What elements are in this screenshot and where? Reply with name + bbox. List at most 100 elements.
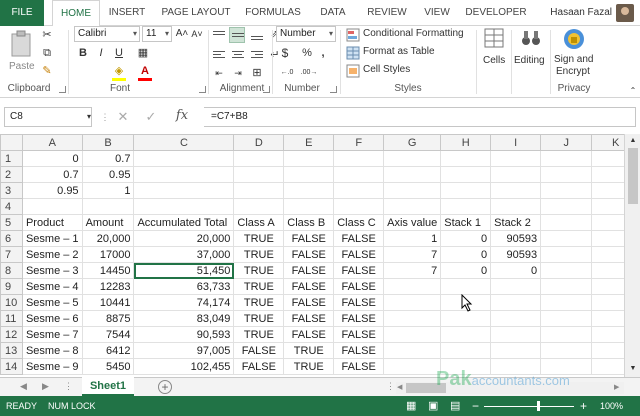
normal-view-icon[interactable]: ▦	[406, 396, 416, 416]
cell-j1[interactable]	[540, 150, 593, 167]
cell-g14[interactable]	[383, 358, 442, 375]
fill-color-icon[interactable]: ◈	[112, 64, 126, 78]
cell-a8[interactable]: Sesme – 3	[21, 262, 83, 279]
row-header[interactable]: 2	[0, 166, 23, 183]
cell-b13[interactable]: 6412	[81, 342, 135, 359]
cell-a2[interactable]: 0.7	[21, 166, 83, 183]
cell-i3[interactable]	[490, 182, 542, 199]
sign-encrypt-button[interactable]: Sign and Encrypt	[554, 28, 594, 82]
font-size-select[interactable]: 11 ▾	[142, 26, 172, 42]
cell-g12[interactable]	[383, 326, 442, 343]
row-header[interactable]: 13	[0, 342, 23, 359]
cell-c8[interactable]: 51,450	[133, 262, 235, 279]
cell-j2[interactable]	[540, 166, 593, 183]
scroll-down-icon[interactable]: ▼	[626, 362, 640, 376]
cell-d13[interactable]: FALSE	[233, 342, 285, 359]
cell-a5[interactable]: Product	[21, 214, 83, 231]
cell-i2[interactable]	[490, 166, 542, 183]
tab-formulas[interactable]: FORMULAS	[240, 0, 306, 26]
cell-b2[interactable]: 0.95	[81, 166, 135, 183]
cell-e7[interactable]: FALSE	[283, 246, 335, 263]
cell-e1[interactable]	[283, 150, 335, 167]
cell-c13[interactable]: 97,005	[133, 342, 235, 359]
cell-h9[interactable]	[440, 278, 492, 295]
tab-page-layout[interactable]: PAGE LAYOUT	[156, 0, 236, 26]
decrease-indent-icon[interactable]: ⇤	[212, 66, 226, 80]
cell-i13[interactable]	[490, 342, 542, 359]
cells-button[interactable]: Cells	[480, 28, 508, 78]
cell-e8[interactable]: FALSE	[283, 262, 335, 279]
cell-f2[interactable]	[333, 166, 385, 183]
row-header[interactable]: 12	[0, 326, 23, 343]
cell-e6[interactable]: FALSE	[283, 230, 335, 247]
cell-a11[interactable]: Sesme – 6	[21, 310, 83, 327]
cell-e4[interactable]	[283, 198, 335, 215]
editing-button[interactable]: Editing	[514, 28, 548, 78]
cell-e2[interactable]	[283, 166, 335, 183]
cell-f13[interactable]: FALSE	[333, 342, 385, 359]
cell-h7[interactable]: 0	[440, 246, 492, 263]
cell-d9[interactable]: TRUE	[233, 278, 285, 295]
column-header-g[interactable]: G	[383, 134, 442, 151]
cell-b14[interactable]: 5450	[81, 358, 135, 375]
tab-file[interactable]: FILE	[0, 0, 44, 26]
avatar[interactable]	[616, 4, 634, 22]
column-header-d[interactable]: D	[233, 134, 285, 151]
cell-b12[interactable]: 7544	[81, 326, 135, 343]
user-name[interactable]: Hasaan Fazal	[550, 0, 612, 26]
cell-g13[interactable]	[383, 342, 442, 359]
cell-h4[interactable]	[440, 198, 492, 215]
column-header-j[interactable]: J	[540, 134, 593, 151]
font-launcher-icon[interactable]	[199, 86, 206, 93]
cell-d5[interactable]: Class A	[233, 214, 285, 231]
zoom-in-icon[interactable]: +	[580, 396, 587, 416]
row-header[interactable]: 5	[0, 214, 23, 231]
cell-d1[interactable]	[233, 150, 285, 167]
increase-indent-icon[interactable]: ⇥	[231, 66, 245, 80]
cell-e10[interactable]: FALSE	[283, 294, 335, 311]
cell-e12[interactable]: FALSE	[283, 326, 335, 343]
currency-button[interactable]: $	[278, 46, 292, 60]
cell-d4[interactable]	[233, 198, 285, 215]
cell-h3[interactable]	[440, 182, 492, 199]
cell-j10[interactable]	[540, 294, 593, 311]
row-header[interactable]: 14	[0, 358, 23, 375]
bottom-align-icon[interactable]	[250, 28, 264, 42]
cell-j7[interactable]	[540, 246, 593, 263]
cell-d8[interactable]: TRUE	[233, 262, 285, 279]
cell-g9[interactable]	[383, 278, 442, 295]
cell-i9[interactable]	[490, 278, 542, 295]
cell-h13[interactable]	[440, 342, 492, 359]
cell-c10[interactable]: 74,174	[133, 294, 235, 311]
cell-e5[interactable]: Class B	[283, 214, 335, 231]
cell-a9[interactable]: Sesme – 4	[21, 278, 83, 295]
cell-h6[interactable]: 0	[440, 230, 492, 247]
column-header-b[interactable]: B	[81, 134, 135, 151]
decrease-font-icon[interactable]: A˅	[190, 27, 204, 41]
cell-g7[interactable]: 7	[383, 246, 442, 263]
cell-g8[interactable]: 7	[383, 262, 442, 279]
cell-c14[interactable]: 102,455	[133, 358, 235, 375]
cell-i7[interactable]: 90593	[490, 246, 542, 263]
underline-button[interactable]: U	[112, 46, 126, 60]
insert-function-button[interactable]: fx	[172, 109, 192, 123]
next-sheet-icon[interactable]: ▶	[42, 381, 49, 392]
cell-a12[interactable]: Sesme – 7	[21, 326, 83, 343]
cell-f4[interactable]	[333, 198, 385, 215]
tab-view[interactable]: VIEW	[418, 0, 456, 26]
cell-a10[interactable]: Sesme – 5	[21, 294, 83, 311]
conditional-formatting-button[interactable]: Conditional Formatting	[344, 27, 474, 43]
cell-d7[interactable]: TRUE	[233, 246, 285, 263]
cell-d2[interactable]	[233, 166, 285, 183]
font-name-select[interactable]: Calibri ▾	[74, 26, 140, 42]
row-header[interactable]: 8	[0, 262, 23, 279]
cell-h11[interactable]	[440, 310, 492, 327]
cell-i12[interactable]	[490, 326, 542, 343]
cell-c4[interactable]	[133, 198, 235, 215]
number-launcher-icon[interactable]	[330, 86, 337, 93]
column-header-h[interactable]: H	[440, 134, 492, 151]
cell-c3[interactable]	[133, 182, 235, 199]
align-center-icon[interactable]	[231, 48, 245, 62]
cell-j5[interactable]	[540, 214, 593, 231]
cell-b3[interactable]: 1	[81, 182, 135, 199]
